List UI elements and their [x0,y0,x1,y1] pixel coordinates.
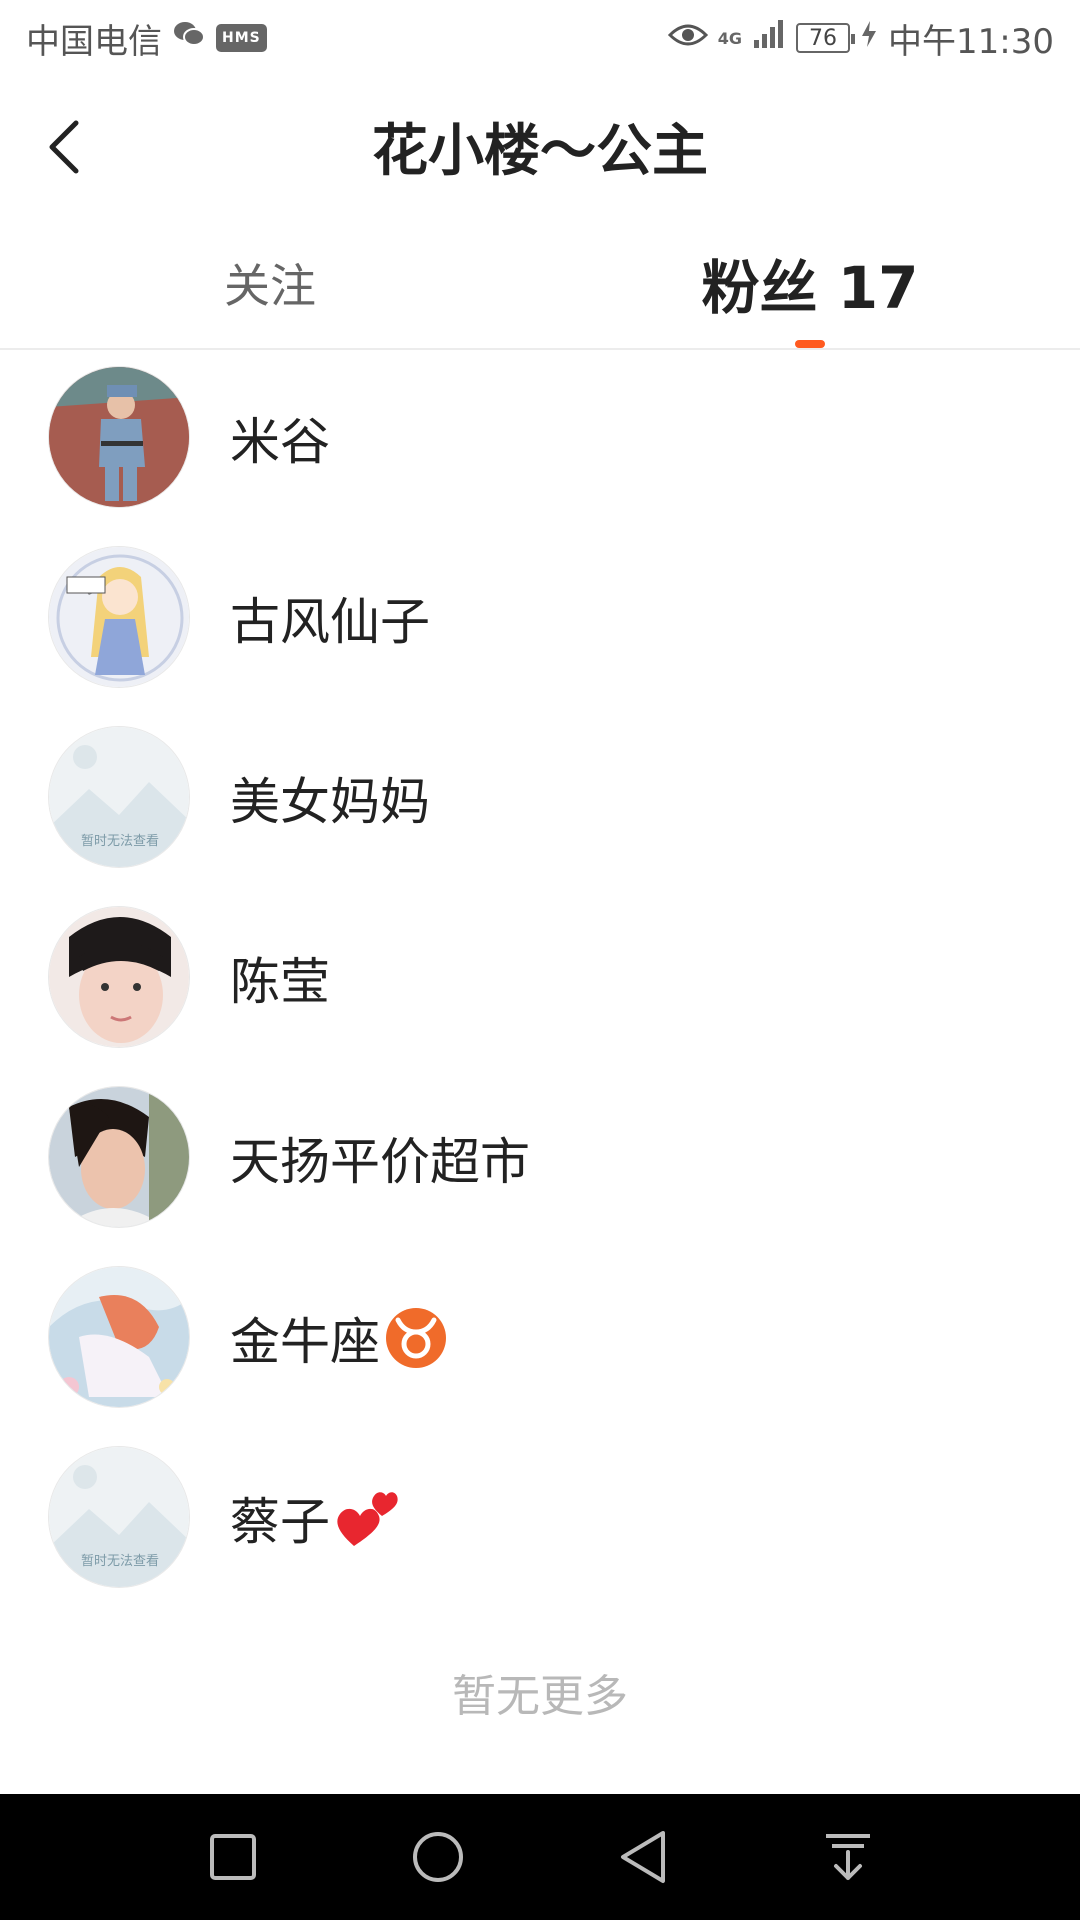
active-tab-indicator [795,340,825,348]
list-item[interactable]: 暂时无法查看 蔡子 [0,1432,1080,1612]
avatar[interactable] [48,546,190,688]
back-button[interactable] [34,112,94,182]
tab-bar: 关注 粉丝 17 [0,216,1080,350]
screen: 中国电信 HMS 4G 76 中午11:30 花小楼～公主 关注 粉丝 17 米… [0,0,1080,1920]
fan-name: 米谷 [230,402,330,474]
fan-name: 天扬平价超市 [230,1122,530,1194]
fan-name: 金牛座 [230,1302,448,1374]
two-hearts-emoji-icon [334,1486,400,1550]
fan-name-text: 古风仙子 [230,593,430,651]
navigation-bar [0,1794,1080,1920]
end-of-list-text: 暂无更多 [452,1671,628,1722]
carrier-name: 中国电信 [26,21,162,62]
placeholder-text: 暂时无法查看 [81,833,159,849]
square-icon [209,1834,256,1880]
fan-name-text: 美女妈妈 [230,773,430,831]
fan-name: 古风仙子 [230,582,430,654]
fan-name-text: 米谷 [230,413,330,471]
list-item[interactable]: 金牛座 [0,1252,1080,1432]
avatar[interactable] [48,906,190,1048]
fan-name: 蔡子 [230,1482,400,1554]
charging-icon [860,18,878,58]
pulldown-icon [825,1834,870,1880]
fan-name-text: 蔡子 [230,1493,330,1551]
triangle-back-icon [620,1831,665,1883]
status-left: 中国电信 HMS [26,14,267,63]
tab-fans[interactable]: 粉丝 17 [640,216,980,350]
fan-name-text: 陈莹 [230,953,330,1011]
page-title: 花小楼～公主 [372,118,708,184]
back-nav-button[interactable] [598,1812,688,1902]
notification-pulldown-button[interactable] [803,1812,893,1902]
status-right: 4G 76 中午11:30 [667,14,1054,63]
list-item[interactable]: 米谷 [0,352,1080,532]
header: 花小楼～公主 [0,76,1080,216]
eye-icon [667,18,708,58]
avatar[interactable]: 暂时无法查看 [48,1446,190,1588]
hms-icon: HMS [216,24,267,52]
status-time: 中午11:30 [888,21,1054,62]
wechat-icon [172,18,206,58]
fan-name: 陈莹 [230,942,330,1014]
placeholder-text: 暂时无法查看 [81,1553,159,1569]
avatar[interactable] [48,366,190,508]
avatar[interactable] [48,1086,190,1228]
home-button[interactable] [393,1812,483,1902]
tab-follow[interactable]: 关注 [120,216,420,350]
chevron-left-icon [49,120,79,174]
avatar[interactable]: 暂时无法查看 [48,726,190,868]
circle-icon [412,1832,463,1882]
recent-apps-button[interactable] [188,1812,278,1902]
list-item[interactable]: 天扬平价超市 [0,1072,1080,1252]
avatar[interactable] [48,1266,190,1408]
fan-name-text: 金牛座 [230,1313,380,1371]
signal-icon [752,18,786,59]
fan-name-text: 天扬平价超市 [230,1133,530,1191]
fan-list: 米谷 古风仙子 暂时无法查看 美女妈妈 陈莹 天扬平价超市 金牛座 暂时无法查看… [0,352,1080,1612]
status-bar: 中国电信 HMS 4G 76 中午11:30 [0,0,1080,76]
list-item[interactable]: 古风仙子 [0,532,1080,712]
network-type: 4G [717,28,743,48]
battery-icon: 76 [796,23,856,53]
list-item[interactable]: 暂时无法查看 美女妈妈 [0,712,1080,892]
taurus-emoji-icon [384,1306,448,1370]
fan-name: 美女妈妈 [230,762,430,834]
list-item[interactable]: 陈莹 [0,892,1080,1072]
